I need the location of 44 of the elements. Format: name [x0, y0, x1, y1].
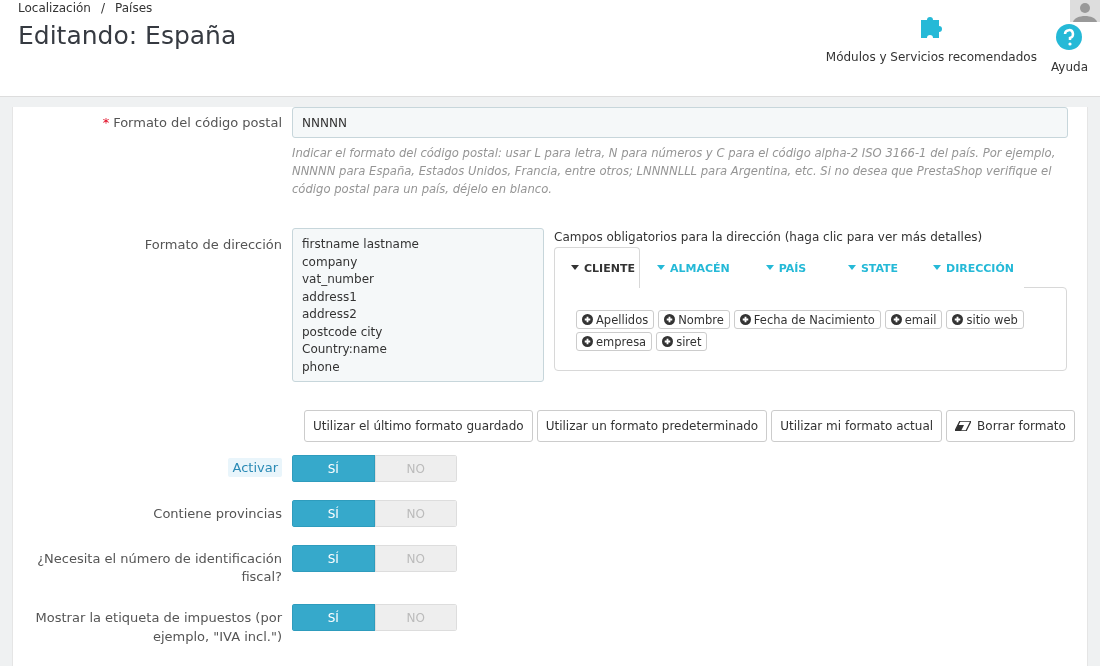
plus-icon	[662, 336, 674, 347]
help-button[interactable]: Ayuda	[1050, 24, 1088, 74]
plus-icon	[664, 314, 676, 325]
section-title: Campos obligatorios para la dirección (haga clic para ver más detalles)	[554, 230, 984, 244]
plus-icon	[739, 314, 751, 325]
caret-icon	[765, 265, 774, 270]
field-chip[interactable]: Fecha de Nacimiento	[733, 310, 881, 329]
field-label: Contiene provincias	[153, 506, 282, 521]
plus-icon	[582, 314, 593, 325]
modules-button[interactable]: Módulos y Servicios recomendados	[825, 14, 1037, 64]
help-icon	[1056, 24, 1083, 50]
field-chip[interactable]: sitio web	[946, 310, 1024, 329]
field-chip[interactable]: empresa	[576, 332, 653, 351]
format-button[interactable]: Utilizar el último formato guardado	[304, 410, 533, 442]
field-label: Mostrar la etiqueta de impuestos (por ejemplo, "IVA incl.")	[35, 610, 282, 644]
clear-format-button[interactable]: Borrar formato	[946, 410, 1075, 442]
field-label: Activar	[228, 458, 282, 477]
field-label: Formato de dirección	[144, 237, 282, 252]
address-format-field[interactable]: firstname lastname company vat_number address1 address2 postcode city Country:name phone	[292, 228, 544, 382]
help-text: Indicar el formato del código postal: usar L para letra, N para números y C para el código alpha-2 ISO 3166-1 del país. Por ejemplo, NNNNN para España, Estados Unidos, Francia, entre otros; LNNNNLLL para Argentina, etc. Si no desea que PrestaShop verifique el código postal para un país, déjelo en blanco.	[292, 145, 1057, 198]
tab[interactable]: CLIENTE	[554, 247, 640, 288]
eraser-icon	[955, 421, 972, 431]
avatar-icon[interactable]	[1070, 0, 1100, 22]
caret-icon	[933, 265, 941, 270]
postcode-field[interactable]: NNNNN	[292, 107, 1068, 138]
breadcrumb-item[interactable]: Países	[115, 1, 153, 15]
plus-icon	[890, 314, 902, 325]
breadcrumb-item[interactable]: Localización	[18, 1, 91, 15]
format-button[interactable]: Utilizar mi formato actual	[771, 410, 943, 442]
field-chip[interactable]: siret	[656, 332, 708, 351]
page-title: Editando: España	[18, 21, 237, 50]
field-label: ¿Necesita el número de identificación fiscal?	[37, 551, 282, 585]
field-label: * Formato del código postal	[102, 115, 282, 130]
plus-icon	[582, 336, 593, 347]
caret-icon	[657, 265, 665, 270]
plus-icon	[952, 314, 964, 325]
caret-icon	[847, 265, 856, 270]
caret-icon	[571, 265, 579, 270]
field-chip[interactable]: email	[884, 310, 943, 329]
field-chip[interactable]: Nombre	[658, 310, 730, 329]
field-chip[interactable]: Apellidos	[576, 310, 655, 329]
breadcrumb-separator: /	[100, 1, 105, 15]
required-mark: *	[102, 115, 110, 130]
format-button[interactable]: Utilizar un formato predeterminado	[536, 410, 768, 442]
